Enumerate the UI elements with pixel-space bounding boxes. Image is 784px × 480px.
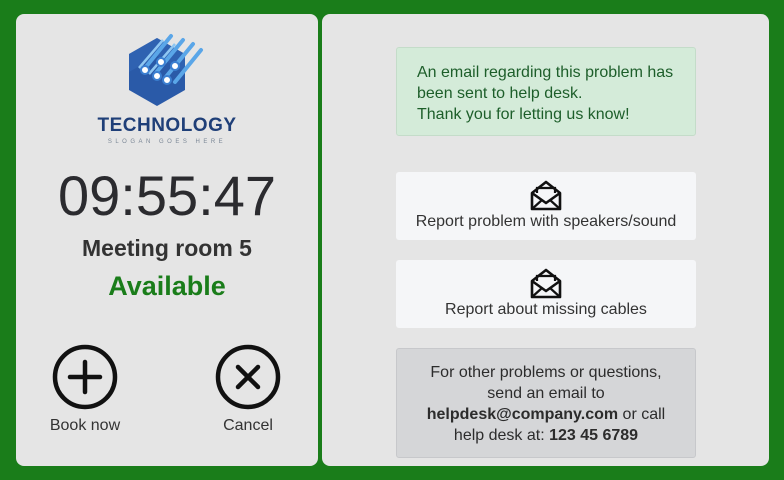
logo: TECHNOLOGY SLOGAN GOES HERE	[16, 28, 318, 146]
notice-line: been sent to help desk.	[417, 85, 583, 102]
report-speakers-label: Report problem with speakers/sound	[415, 213, 677, 230]
plus-circle-icon	[52, 344, 118, 410]
clock-display: 09:55:47	[58, 164, 276, 227]
helpdesk-phone: 123 45 6789	[549, 427, 639, 444]
notice-line: Thank you for letting us know!	[417, 106, 630, 123]
confirmation-notice: An email regarding this problem has been…	[396, 47, 696, 136]
report-cables-label: Report about missing cables	[445, 301, 647, 318]
logo-title: TECHNOLOGY	[97, 115, 237, 136]
info-line: helpdesk@company.com or call	[397, 404, 695, 425]
book-now-button[interactable]: Book now	[25, 344, 145, 436]
notice-line: An email regarding this problem has	[417, 64, 674, 81]
info-or-call: or call	[618, 406, 666, 423]
technology-logo-icon	[129, 34, 203, 106]
x-circle-icon	[215, 344, 281, 410]
logo-slogan: SLOGAN GOES HERE	[107, 139, 227, 145]
info-phone-prefix: help desk at:	[453, 427, 550, 444]
room-name: Meeting room 5	[82, 235, 252, 261]
envelope-open-icon	[530, 268, 562, 299]
envelope-open-icon	[530, 180, 562, 211]
report-speakers-button[interactable]: Report problem with speakers/sound	[396, 172, 696, 240]
info-line: send an email to	[487, 385, 605, 402]
room-status: Available	[108, 271, 226, 301]
info-line: For other problems or questions,	[430, 364, 662, 381]
report-cables-button[interactable]: Report about missing cables	[396, 260, 696, 328]
cancel-button[interactable]: Cancel	[188, 344, 308, 436]
cancel-label: Cancel	[223, 417, 273, 434]
book-now-label: Book now	[49, 417, 121, 434]
left-panel: TECHNOLOGY SLOGAN GOES HERE 09:55:47 Mee…	[16, 14, 318, 466]
helpdesk-email-link[interactable]: helpdesk@company.com	[427, 406, 618, 423]
right-panel: An email regarding this problem has been…	[322, 14, 769, 466]
info-line: help desk at: 123 45 6789	[397, 425, 695, 446]
help-info-box: For other problems or questions, send an…	[396, 348, 696, 458]
